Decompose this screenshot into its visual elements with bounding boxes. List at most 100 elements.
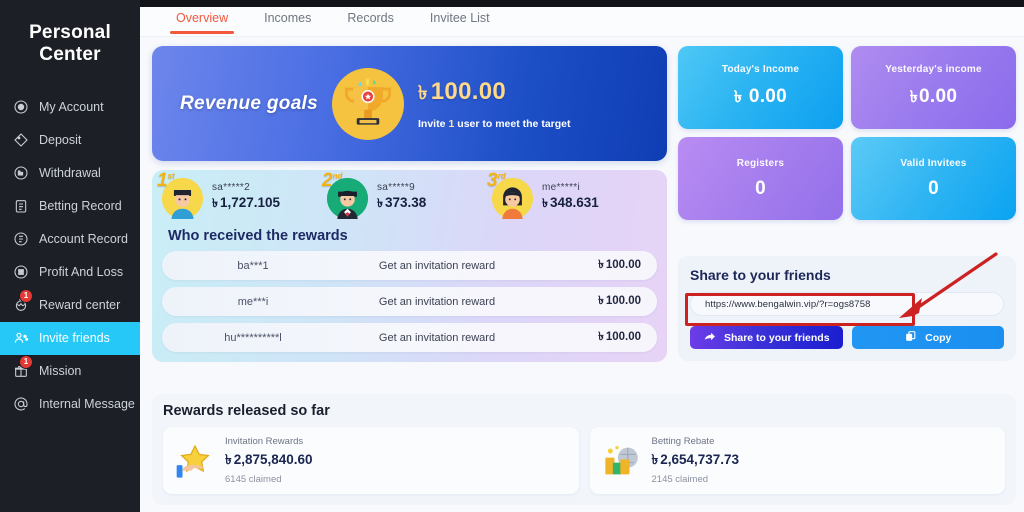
banner-amount: ৳ 100.00: [418, 78, 570, 111]
sidebar-item-label: Internal Message: [39, 397, 135, 412]
reward-description: Get an invitation reward: [378, 331, 496, 344]
sidebar-item-internal-message[interactable]: Internal Message: [0, 388, 140, 421]
table-row: hu**********l Get an invitation reward ৳…: [162, 323, 657, 352]
leaderboard-entry[interactable]: 1st sa*****2 ৳ 1,727.105: [157, 171, 327, 219]
sidebar-item-account-record[interactable]: Account Record: [0, 223, 140, 256]
released-card-body: Betting Rebate ৳ 2,654,737.73 2145 claime…: [652, 436, 740, 485]
banner-sub-count: 1: [448, 117, 455, 130]
deposit-icon: [12, 131, 30, 149]
share-arrow-icon: [703, 330, 716, 346]
stat-card-todays-income[interactable]: Today's Income ৳ 0.00: [678, 46, 843, 129]
sidebar-item-mission[interactable]: 1 Mission: [0, 355, 140, 388]
reward-amount: ৳ 100.00: [598, 295, 641, 307]
leaderboard-amount: ৳ 348.631: [542, 195, 599, 210]
reward-description: Get an invitation reward: [378, 295, 496, 308]
released-card-amount: ৳ 2,654,737.73: [651, 452, 740, 467]
sidebar-item-deposit[interactable]: Deposit: [0, 124, 140, 157]
banner-subtitle: Invite 1 user to meet the target: [418, 118, 570, 130]
leaderboard-info: sa*****2 ৳ 1,727.105: [212, 182, 280, 215]
stat-label: Registers: [736, 157, 785, 169]
leaderboard-username: sa*****2: [212, 182, 250, 193]
stat-value: ৳0.00: [909, 86, 958, 107]
released-cards: Invitation Rewards ৳ 2,875,840.60 6145 cl…: [163, 427, 1005, 494]
money-globe-icon: [602, 442, 642, 480]
table-row: me***i Get an invitation reward ৳ 100.00: [162, 287, 657, 316]
currency-symbol: ৳: [225, 452, 232, 467]
share-to-friends-button[interactable]: Share to your friends: [690, 326, 843, 349]
sidebar-item-label: Deposit: [39, 133, 82, 148]
stats-grid: Today's Income ৳ 0.00 Yesterday's income…: [678, 46, 1016, 220]
banner-sub-suffix: user to meet the target: [457, 117, 571, 130]
rank-badge: 2nd: [322, 170, 343, 191]
reward-username: me***i: [237, 295, 269, 308]
rewards-heading: Who received the rewards: [168, 228, 348, 244]
rewards-released-panel: Rewards released so far Invitation Rewar…: [152, 394, 1016, 505]
sidebar-item-invite-friends[interactable]: Invite friends: [0, 321, 140, 355]
sidebar-badge: 1: [20, 290, 32, 303]
stat-label: Today's Income: [721, 64, 800, 75]
sidebar-title: Personal Center: [29, 22, 111, 66]
leaderboard-entry[interactable]: 3rd me*****i ৳ 348.631: [487, 171, 657, 219]
star-hand-icon: [175, 442, 215, 480]
sidebar-item-label: Withdrawal: [39, 166, 101, 181]
released-card-invitation-rewards[interactable]: Invitation Rewards ৳ 2,875,840.60 6145 cl…: [163, 427, 579, 494]
currency-symbol: ৳: [909, 89, 919, 106]
sidebar-item-label: Reward center: [39, 298, 121, 313]
currency-symbol: ৳: [733, 89, 743, 106]
currency-symbol: ৳: [598, 295, 604, 307]
stat-value: 0: [755, 177, 766, 199]
sidebar-item-label: Mission: [39, 364, 82, 379]
released-card-amount: ৳ 2,875,840.60: [225, 452, 313, 467]
banner-right: ৳ 100.00 Invite 1 user to meet the target: [418, 78, 570, 130]
banner-sub-prefix: Invite: [418, 117, 446, 130]
sidebar-item-withdrawal[interactable]: Withdrawal: [0, 157, 140, 190]
referral-url-wrapper: https://www.bengalwin.vip/?r=ogs8758: [690, 292, 1004, 316]
rank-badge: 1st: [157, 170, 175, 191]
table-row: ba***1 Get an invitation reward ৳ 100.00: [162, 251, 657, 280]
leaderboard-top3: 1st sa*****2 ৳ 1,727.105 2nd sa*****9 ৳ …: [157, 171, 657, 219]
reward-amount: ৳ 100.00: [598, 259, 641, 271]
gift-ball-icon: 1: [12, 290, 32, 314]
currency-symbol: ৳: [598, 259, 604, 271]
trophy-icon: [332, 67, 405, 140]
account-icon: [12, 98, 30, 116]
sidebar-item-profit-and-loss[interactable]: Profit And Loss: [0, 256, 140, 289]
released-heading: Rewards released so far: [163, 403, 330, 419]
stat-value: 0: [928, 177, 939, 199]
stat-label: Valid Invitees: [900, 157, 967, 169]
currency-symbol: ৳: [418, 82, 428, 104]
sidebar-badge: 1: [20, 356, 32, 369]
share-buttons: Share to your friends Copy: [690, 326, 1004, 349]
revenue-goals-banner[interactable]: Revenue goals ৳ 100.00 Invite 1 user to …: [152, 46, 667, 161]
share-panel: Share to your friends https://www.bengal…: [678, 256, 1016, 361]
sidebar-item-label: Betting Record: [39, 199, 122, 214]
stat-value: ৳ 0.00: [733, 86, 788, 107]
stat-label: Yesterday's income: [885, 64, 982, 75]
leaderboard-amount: ৳ 373.38: [377, 195, 427, 210]
sidebar: Personal Center My Account Deposit Withd…: [0, 0, 140, 512]
leaderboard-card: 1st sa*****2 ৳ 1,727.105 2nd sa*****9 ৳ …: [152, 170, 667, 362]
stat-card-valid-invitees[interactable]: Valid Invitees 0: [851, 137, 1016, 220]
copy-icon: [904, 330, 917, 346]
leaderboard-entry[interactable]: 2nd sa*****9 ৳ 373.38: [322, 171, 492, 219]
released-card-body: Invitation Rewards ৳ 2,875,840.60 6145 cl…: [225, 436, 313, 485]
released-card-label: Betting Rebate: [651, 436, 715, 447]
stat-card-yesterdays-income[interactable]: Yesterday's income ৳0.00: [851, 46, 1016, 129]
copy-button[interactable]: Copy: [851, 326, 1004, 349]
avatar: 2nd: [322, 171, 368, 219]
currency-symbol: ৳: [542, 196, 548, 210]
banner-title: Revenue goals: [180, 92, 319, 114]
list-icon: [12, 230, 30, 248]
friends-icon: [12, 329, 30, 347]
referral-url-field[interactable]: https://www.bengalwin.vip/?r=ogs8758: [690, 292, 1004, 316]
stat-card-registers[interactable]: Registers 0: [678, 137, 843, 220]
currency-symbol: ৳: [377, 196, 383, 210]
sidebar-item-reward-center[interactable]: 1 Reward center: [0, 289, 140, 322]
withdrawal-icon: [12, 164, 30, 182]
sidebar-item-my-account[interactable]: My Account: [0, 91, 140, 124]
sidebar-item-betting-record[interactable]: Betting Record: [0, 190, 140, 223]
app-root: Personal Center My Account Deposit Withd…: [0, 0, 1024, 512]
leaderboard-info: me*****i ৳ 348.631: [542, 182, 599, 215]
sidebar-item-label: Profit And Loss: [39, 265, 124, 280]
released-card-betting-rebate[interactable]: Betting Rebate ৳ 2,654,737.73 2145 claime…: [589, 427, 1005, 494]
